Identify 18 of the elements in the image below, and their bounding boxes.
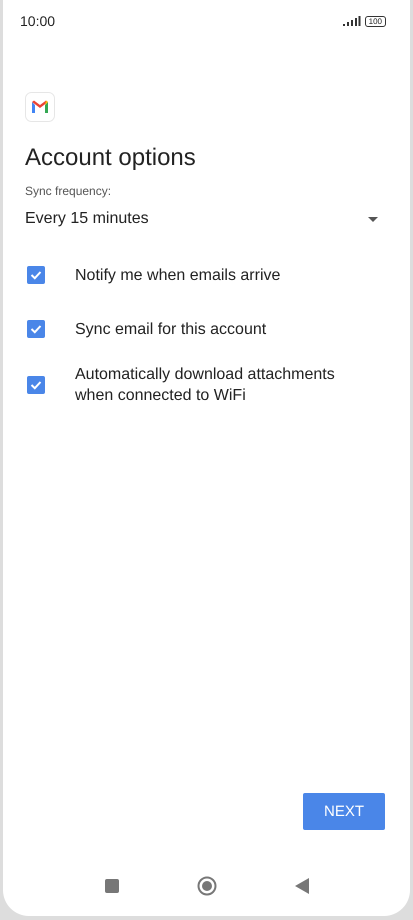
home-icon[interactable] — [196, 876, 216, 896]
checkbox[interactable] — [27, 266, 45, 284]
option-label: Automatically download attachments when connected to WiFi — [75, 365, 336, 406]
mail-logo-icon — [25, 92, 55, 122]
battery-indicator: 100 — [364, 16, 386, 26]
field-label: Sync frequency: — [25, 184, 112, 198]
back-icon[interactable] — [294, 878, 308, 894]
option-label: Notify me when emails arrive — [75, 266, 280, 286]
frequency-dropdown[interactable]: Every 15 minutes — [25, 198, 388, 240]
dropdown-arrow-icon — [368, 216, 378, 222]
option-label: Sync email for this account — [75, 320, 266, 340]
recents-icon[interactable] — [104, 879, 118, 893]
signal-icon — [342, 16, 361, 26]
checkbox[interactable] — [27, 320, 45, 338]
checkbox[interactable] — [27, 376, 45, 394]
status-time: 10:00 — [20, 13, 56, 29]
page-title: Account options — [25, 144, 197, 172]
next-button[interactable]: NEXT — [303, 793, 385, 830]
